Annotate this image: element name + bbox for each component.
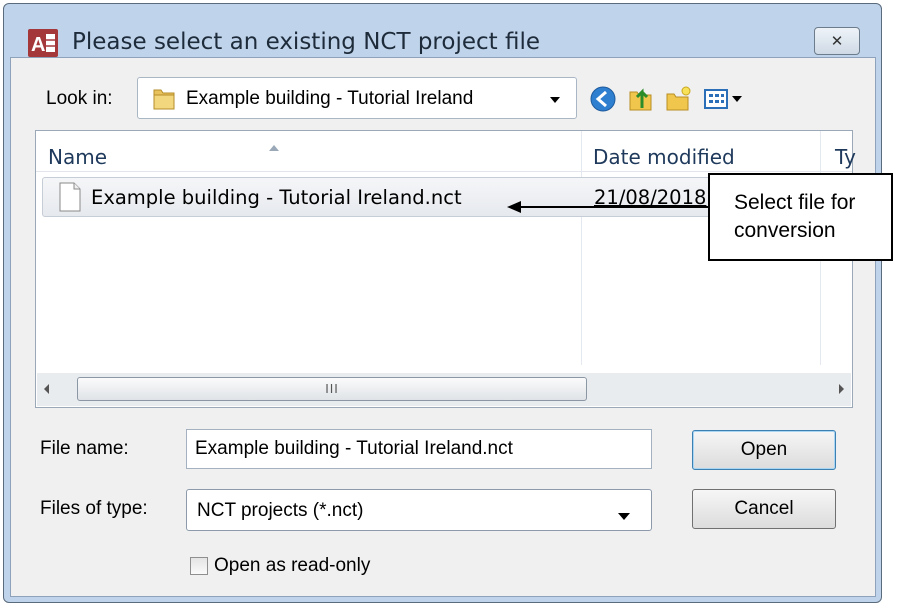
file-type-label: Files of type: [40,498,148,519]
look-in-dropdown[interactable]: Example building - Tutorial Ireland [137,77,577,119]
scrollbar-thumb[interactable]: III [77,377,587,401]
access-app-icon: A [27,27,59,59]
file-row-name: Example building - Tutorial Ireland.nct [91,186,462,209]
document-icon [57,182,83,212]
file-name-input[interactable] [186,429,652,469]
cancel-button[interactable]: Cancel [692,489,836,529]
scroll-grip: III [325,382,339,396]
chevron-down-icon [617,506,631,520]
file-list[interactable]: Name Date modified Ty Example building -… [35,130,856,408]
file-type-value: NCT projects (*.nct) [197,500,364,521]
read-only-checkbox[interactable] [190,557,208,575]
column-header-name[interactable]: Name [48,145,107,169]
file-type-dropdown[interactable]: NCT projects (*.nct) [186,489,652,531]
horizontal-scrollbar[interactable]: III [37,373,851,406]
read-only-label: Open as read-only [214,555,371,576]
up-folder-icon[interactable] [626,84,656,114]
file-name-label: File name: [40,438,129,459]
column-divider [581,131,582,365]
column-header-date-modified[interactable]: Date modified [593,145,735,169]
close-button[interactable]: ✕ [814,27,860,55]
chevron-down-icon [548,92,562,106]
scroll-right-icon[interactable] [833,381,849,397]
annotation-arrow [507,201,709,213]
look-in-value: Example building - Tutorial Ireland [186,88,474,109]
folder-icon [151,86,177,112]
sort-ascending-icon [268,137,280,151]
open-button[interactable]: Open [692,430,836,470]
annotation-callout: Select file for conversion [708,173,893,261]
scroll-left-icon[interactable] [39,381,55,397]
new-folder-icon[interactable] [664,84,694,114]
dialog-title: Please select an existing NCT project fi… [72,29,540,55]
svg-text:A: A [31,34,45,56]
view-menu-icon[interactable] [702,84,748,114]
close-icon: ✕ [830,32,844,50]
header-divider [36,171,852,172]
back-icon[interactable] [588,84,618,114]
column-header-type[interactable]: Ty [835,145,856,169]
annotation-text: Select file for conversion [734,191,856,242]
look-in-label: Look in: [46,88,113,109]
